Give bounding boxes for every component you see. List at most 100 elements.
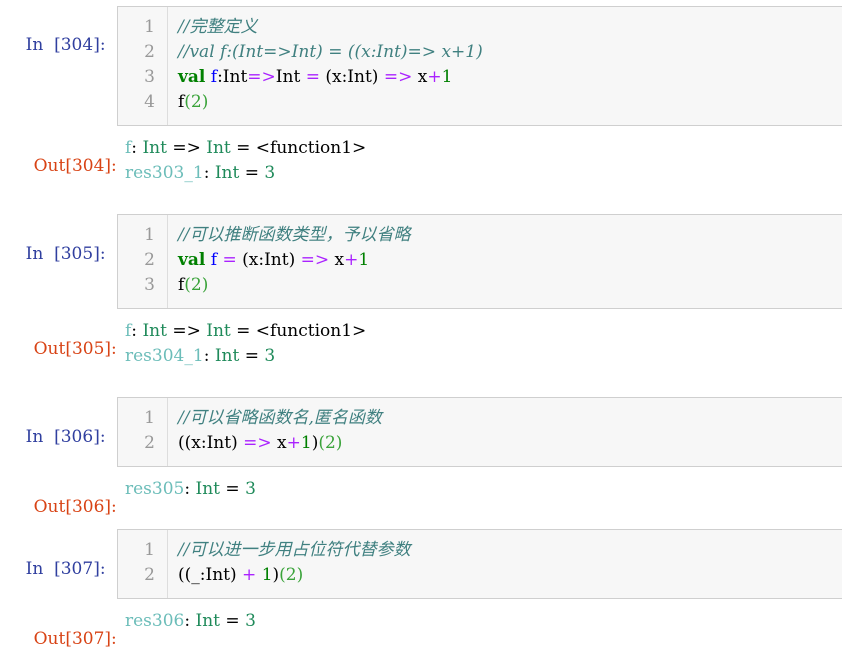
line-number: 1 [144, 408, 155, 428]
code-line: val f:Int=>Int = (x:Int) => x+1 [178, 65, 842, 90]
output-area: res306: Int = 3 [125, 609, 256, 634]
output-token: Int [206, 321, 231, 341]
code-comment: //val f:(Int=>Int) = ((x:Int)=> x+1) [178, 42, 483, 62]
line-number: 1 [144, 225, 155, 245]
output-token: res306 [125, 611, 185, 631]
code-token: + [427, 67, 442, 87]
code-token: val [178, 67, 206, 87]
code-line: //可以省略函数名,匿名函数 [178, 406, 842, 431]
output-token: Int [195, 611, 221, 631]
code-token: = [305, 67, 320, 87]
input-prompt: In [306]: [4, 407, 106, 467]
line-number: 3 [144, 67, 155, 87]
output-token: = <function1> [230, 321, 367, 341]
code-line: //可以推断函数类型，予以省略 [178, 223, 842, 248]
code-token: + [242, 565, 257, 585]
code-input-area[interactable]: 12 //可以进一步用占位符代替参数 ((_:Int) + 1)(2) [117, 529, 842, 599]
code-editor[interactable]: //可以进一步用占位符代替参数 ((_:Int) + 1)(2) [178, 538, 842, 588]
execution-count: [306]: [54, 427, 106, 447]
output-token: : [203, 346, 215, 366]
code-token: x [329, 250, 345, 270]
code-token: (x:Int) [319, 67, 384, 87]
code-token: + [286, 433, 301, 453]
line-number-gutter: 1 2 3 [118, 215, 168, 308]
code-comment: //可以进一步用占位符代替参数 [178, 540, 411, 560]
line-number-gutter: 12 [118, 530, 168, 598]
output-token: = [220, 479, 246, 499]
code-line: //完整定义 [178, 15, 842, 40]
code-token: (2) [279, 565, 304, 585]
line-number: 2 [144, 565, 155, 585]
code-token: 1 [441, 67, 453, 87]
code-token: (2) [184, 92, 209, 112]
output-line: f: Int => Int = <function1> [125, 136, 366, 161]
input-prompt: In [305]: [4, 224, 106, 284]
output-token: = [239, 163, 265, 183]
line-number-gutter: 1 2 3 4 [118, 7, 168, 125]
line-number: 1 [144, 540, 155, 560]
output-token: = [220, 611, 246, 631]
code-token: (2) [318, 433, 343, 453]
code-token: 1 [358, 250, 370, 270]
code-line: val f = (x:Int) => x+1 [178, 248, 842, 273]
code-token: => [300, 250, 330, 270]
output-token: 3 [245, 479, 256, 499]
code-editor[interactable]: //完整定义 //val f:(Int=>Int) = ((x:Int)=> x+… [178, 15, 842, 115]
line-number: 3 [144, 275, 155, 295]
input-prompt: In [304]: [4, 15, 106, 75]
output-token: Int [195, 479, 221, 499]
output-prompt: Out[306]: [12, 477, 117, 537]
code-input-area[interactable]: 1 2 3 4 //完整定义 //val f:(Int=>Int) = ((x:Int)… [117, 6, 842, 126]
output-count: [307]: [65, 629, 117, 649]
code-editor[interactable]: //可以推断函数类型，予以省略 val f = (x:Int) => x+1 f(2… [178, 223, 842, 298]
code-input-area[interactable]: 1 2 //可以省略函数名,匿名函数 ((x:Int) => x+1)(2) [117, 397, 842, 467]
line-number: 4 [144, 92, 155, 112]
code-token: (2) [184, 275, 209, 295]
output-token: res303_1 [125, 163, 204, 183]
output-count: [305]: [65, 339, 117, 359]
in-label: In [25, 559, 44, 579]
out-label: Out [33, 339, 66, 359]
output-token: res305 [125, 479, 185, 499]
code-token: 1 [261, 565, 273, 585]
line-number: 2 [144, 42, 155, 62]
execution-count: [304]: [54, 35, 106, 55]
code-token: ((x:Int) [178, 433, 244, 453]
output-token: 3 [245, 611, 256, 631]
code-line: //可以进一步用占位符代替参数 [178, 538, 842, 563]
output-token: = <function1> [230, 138, 367, 158]
code-line: ((x:Int) => x+1)(2) [178, 431, 842, 456]
code-token: Int [275, 67, 306, 87]
code-input-area[interactable]: 1 2 3 //可以推断函数类型，予以省略 val f = (x:Int) => x+… [117, 214, 842, 309]
in-label: In [25, 427, 44, 447]
output-token: : [184, 611, 196, 631]
code-line: f(2) [178, 90, 842, 115]
output-count: [304]: [65, 156, 117, 176]
in-label: In [25, 244, 44, 264]
output-token: Int [142, 321, 167, 341]
code-token: => [247, 67, 276, 87]
output-count: [306]: [65, 497, 117, 517]
line-number: 2 [144, 433, 155, 453]
code-line: f(2) [178, 273, 842, 298]
code-line: ((_:Int) + 1)(2) [178, 563, 842, 588]
out-label: Out [33, 629, 66, 649]
output-token: Int [214, 163, 240, 183]
output-area: f: Int => Int = <function1> res303_1: Int… [125, 136, 366, 186]
output-token: 3 [264, 346, 276, 366]
output-line: res305: Int = 3 [125, 477, 256, 502]
code-editor[interactable]: //可以省略函数名,匿名函数 ((x:Int) => x+1)(2) [178, 406, 842, 456]
output-token: => [166, 321, 207, 341]
code-comment: //可以省略函数名,匿名函数 [178, 408, 382, 428]
code-token: :Int [217, 67, 248, 87]
output-line: res304_1: Int = 3 [125, 344, 366, 369]
output-token: Int [214, 346, 240, 366]
output-token: => [166, 138, 207, 158]
output-token: : [131, 138, 143, 158]
out-label: Out [33, 156, 66, 176]
output-line: res303_1: Int = 3 [125, 161, 366, 186]
output-prompt: Out[305]: [12, 319, 117, 379]
output-prompt: Out[307]: [12, 609, 117, 669]
code-token: = [222, 250, 237, 270]
execution-count: [305]: [54, 244, 106, 264]
